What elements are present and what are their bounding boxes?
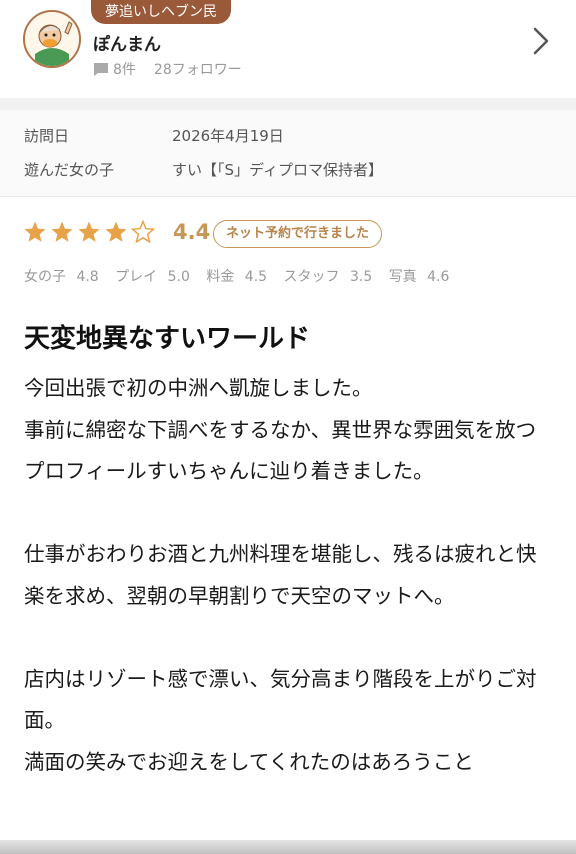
title-badge: 夢追いしヘブン民 bbox=[91, 0, 231, 24]
star-filled-icon bbox=[51, 221, 73, 242]
star-filled-icon bbox=[24, 221, 46, 242]
visit-date-value: 2026年4月19日 bbox=[172, 127, 284, 145]
girl-value[interactable]: すい【「S」ディプロマ保持者】 bbox=[172, 159, 383, 180]
review-paragraph: 満面の笑みでお迎えをしてくれたのはあろうこと bbox=[24, 749, 474, 774]
subscore-photo: 写真 4.6 bbox=[388, 269, 450, 285]
review-title: 天変地異なすいワールド bbox=[24, 324, 311, 354]
reviewer-header[interactable]: 夢追いしヘブン民 ぽんまん 8件 28フォロワー bbox=[0, 0, 576, 98]
review-blank-line bbox=[24, 617, 554, 659]
girl-row: 遊んだ女の子 すい【「S」ディプロマ保持者】 bbox=[24, 159, 383, 180]
girl-label: 遊んだ女の子 bbox=[24, 161, 115, 179]
subscore-girl: 女の子 4.8 bbox=[24, 269, 99, 285]
star-rating bbox=[23, 220, 155, 244]
review-body: 今回出張で初の中洲へ凱旋しました。 事前に綿密な下調べをするなか、異世界な雰囲気… bbox=[24, 368, 554, 783]
user-meta: 8件 28フォロワー bbox=[93, 59, 242, 79]
cartoon-character-avatar-icon bbox=[25, 12, 79, 66]
avatar[interactable] bbox=[23, 10, 81, 68]
review-paragraph: 事前に綿密な下調べをするなか、異世界な雰囲気を放つプロフィールすいちゃんに辿り着… bbox=[24, 417, 537, 484]
visit-date-label: 訪問日 bbox=[24, 127, 70, 145]
bottom-overlay bbox=[0, 840, 576, 854]
review-paragraph: 今回出張で初の中洲へ凱旋しました。 bbox=[24, 376, 373, 400]
star-filled-icon bbox=[105, 221, 127, 242]
divider bbox=[0, 196, 576, 197]
subscore-price: 料金 4.5 bbox=[206, 269, 268, 285]
rating-score: 4.4 bbox=[173, 220, 211, 244]
star-filled-icon bbox=[78, 221, 100, 242]
review-paragraph: 仕事がおわりお酒と九州料理を堪能し、残るは疲れと快楽を求め、翌朝の早朝割りで天空… bbox=[24, 542, 537, 608]
follower-count: 28フォロワー bbox=[153, 62, 242, 78]
subscore-play: プレイ 5.0 bbox=[115, 269, 190, 285]
review-count: 8件 bbox=[113, 62, 136, 78]
visit-date-row: 訪問日 2026年4月19日 bbox=[24, 125, 284, 146]
subscores: 女の子 4.8 プレイ 5.0 料金 4.5 スタッフ 3.5 写真 4.6 bbox=[24, 266, 461, 286]
user-name[interactable]: ぽんまん bbox=[93, 30, 161, 55]
comment-icon bbox=[94, 62, 108, 76]
section-divider bbox=[0, 98, 576, 110]
star-empty-icon bbox=[131, 220, 155, 244]
visit-info: 訪問日 2026年4月19日 遊んだ女の子 すい【「S」ディプロマ保持者】 bbox=[0, 110, 576, 196]
review-paragraph: 店内はリゾート感で漂い、気分高まり階段を上がりご対面。 bbox=[24, 666, 537, 733]
subscore-staff: スタッフ 3.5 bbox=[283, 269, 373, 285]
review-blank-line bbox=[24, 493, 554, 535]
net-reservation-badge: ネット予約で行きました bbox=[213, 220, 383, 248]
chevron-right-icon[interactable] bbox=[530, 26, 552, 56]
